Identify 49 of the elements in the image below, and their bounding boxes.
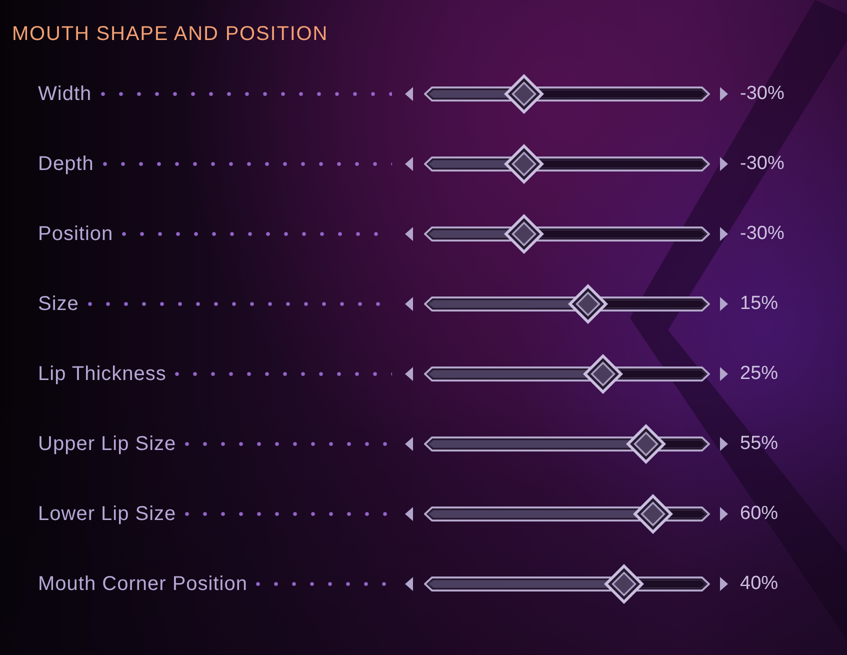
slider-label: Position [38, 222, 114, 246]
left-triangle-icon[interactable] [405, 367, 413, 381]
left-triangle-icon[interactable] [405, 227, 413, 241]
left-triangle-icon[interactable] [405, 87, 413, 101]
slider-label: Size [38, 292, 79, 316]
right-triangle-icon[interactable] [720, 577, 728, 591]
slider-track[interactable] [424, 73, 710, 115]
slider-track[interactable] [424, 563, 710, 605]
slider-track[interactable] [424, 213, 710, 255]
slider-value: -30% [740, 82, 784, 106]
slider-label: Mouth Corner Position [38, 572, 248, 596]
right-triangle-icon[interactable] [720, 507, 728, 521]
right-triangle-icon[interactable] [720, 87, 728, 101]
right-triangle-icon[interactable] [720, 157, 728, 171]
slider-value: 15% [740, 292, 778, 316]
slider-thumb[interactable] [582, 353, 624, 395]
slider-value: 55% [740, 432, 778, 456]
section-title: MOUTH SHAPE AND POSITION [12, 22, 328, 46]
slider-track[interactable] [424, 143, 710, 185]
slider-thumb[interactable] [624, 423, 667, 465]
slider-label: Width [38, 82, 92, 106]
slider-value: 25% [740, 362, 778, 386]
right-triangle-icon[interactable] [720, 297, 728, 311]
slider-label: Lip Thickness [38, 362, 166, 386]
slider-track[interactable] [424, 493, 710, 535]
slider-value: 60% [740, 502, 778, 526]
slider-thumb[interactable] [632, 493, 674, 535]
slider-thumb[interactable] [503, 213, 546, 255]
slider-thumb[interactable] [503, 143, 546, 185]
left-triangle-icon[interactable] [405, 577, 413, 591]
right-triangle-icon[interactable] [720, 437, 728, 451]
slider-track[interactable] [424, 423, 710, 465]
right-triangle-icon[interactable] [720, 367, 728, 381]
slider-thumb[interactable] [503, 73, 546, 115]
slider-label: Depth [38, 152, 94, 176]
slider-value: -30% [740, 222, 784, 246]
slider-thumb[interactable] [567, 283, 610, 325]
left-triangle-icon[interactable] [405, 297, 413, 311]
left-triangle-icon[interactable] [405, 507, 413, 521]
slider-label: Upper Lip Size [38, 432, 176, 456]
right-triangle-icon[interactable] [720, 227, 728, 241]
slider-track[interactable] [424, 353, 710, 395]
slider-track[interactable] [424, 283, 710, 325]
slider-thumb[interactable] [603, 563, 646, 605]
slider-label: Lower Lip Size [38, 502, 176, 526]
slider-value: 40% [740, 572, 778, 596]
left-triangle-icon[interactable] [405, 437, 413, 451]
slider-value: -30% [740, 152, 784, 176]
left-triangle-icon[interactable] [405, 157, 413, 171]
